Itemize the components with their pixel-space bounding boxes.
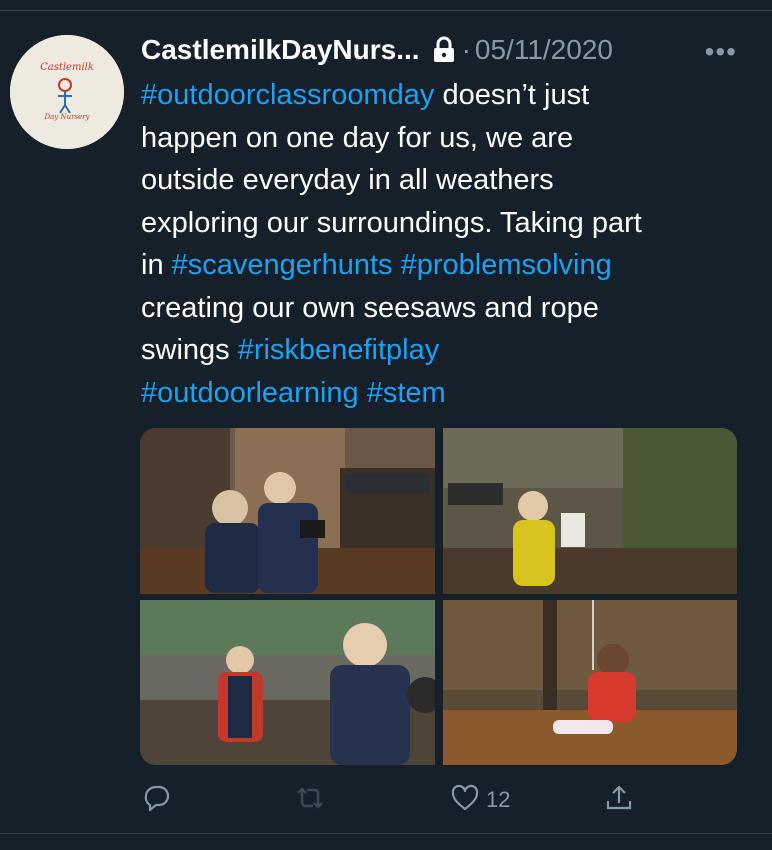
tweet-actions: 12 — [140, 778, 660, 822]
bottom-divider — [0, 833, 772, 834]
avatar-logo: Castlemilk Day Nursery — [10, 35, 124, 149]
hashtag-link[interactable]: #outdoorclassroomday — [141, 79, 434, 111]
hashtag-link[interactable]: #riskbenefitplay — [238, 334, 440, 366]
heart-icon — [450, 783, 480, 818]
tweet-text-segment — [393, 249, 401, 281]
photo-1[interactable] — [140, 428, 435, 594]
tweet-text-segment: happen on one day for us, we are — [141, 121, 574, 154]
tweet-text-line: #outdoorlearning #stem — [141, 372, 741, 415]
lock-icon — [432, 36, 456, 64]
hashtag-link[interactable]: #problemsolving — [401, 249, 612, 281]
photo-4[interactable] — [443, 600, 737, 765]
reply-icon — [142, 783, 172, 818]
media-grid — [140, 428, 737, 765]
tweet-text-segment: creating our own seesaws and rope — [141, 291, 599, 324]
tweet-header: CastlemilkDayNurs... · 05/11/2020 ••• — [141, 30, 761, 70]
tweet-text-segment: swings — [141, 334, 238, 366]
tweet-text-line: swings #riskbenefitplay — [141, 329, 741, 372]
avatar[interactable]: Castlemilk Day Nursery — [10, 35, 124, 149]
tweet-text-segment: in — [141, 249, 172, 281]
tweet-text-line: creating our own seesaws and rope — [141, 287, 741, 330]
share-button[interactable] — [604, 778, 640, 822]
tweet-text-line: #outdoorclassroomday doesn’t just — [141, 74, 741, 117]
photo-2[interactable] — [443, 428, 737, 594]
hashtag-link[interactable]: #scavengerhunts — [172, 249, 393, 281]
tweet-text-line: in #scavengerhunts #problemsolving — [141, 244, 741, 287]
separator-dot: · — [461, 34, 471, 65]
hashtag-link[interactable]: #stem — [367, 377, 446, 409]
tweet-text-segment: exploring our surroundings. Taking part — [141, 206, 642, 239]
tweet-date[interactable]: 05/11/2020 — [475, 34, 613, 66]
svg-text:Castlemilk: Castlemilk — [40, 62, 94, 73]
photo-3[interactable] — [140, 600, 435, 765]
tweet-text-segment: outside everyday in all weathers — [141, 164, 554, 196]
retweet-button[interactable] — [295, 778, 331, 822]
tweet-text-segment — [359, 377, 367, 409]
tweet-text-line: happen on one day for us, we are — [141, 117, 741, 160]
like-button[interactable]: 12 — [450, 778, 510, 822]
author-name[interactable]: CastlemilkDayNurs... — [141, 34, 420, 66]
tweet-text-line: exploring our surroundings. Taking part — [141, 202, 741, 245]
reply-button[interactable] — [142, 778, 178, 822]
top-divider — [0, 10, 772, 11]
tweet-text: #outdoorclassroomday doesn’t just happen … — [141, 74, 741, 414]
more-options-icon[interactable]: ••• — [705, 36, 737, 68]
share-icon — [604, 783, 634, 818]
tweet-text-line: outside everyday in all weathers — [141, 159, 741, 202]
svg-text:Day Nursery: Day Nursery — [44, 113, 91, 121]
hashtag-link[interactable]: #outdoorlearning — [141, 377, 359, 409]
retweet-icon — [295, 783, 325, 818]
like-count: 12 — [486, 787, 511, 812]
tweet-text-segment: doesn’t just — [434, 79, 590, 111]
